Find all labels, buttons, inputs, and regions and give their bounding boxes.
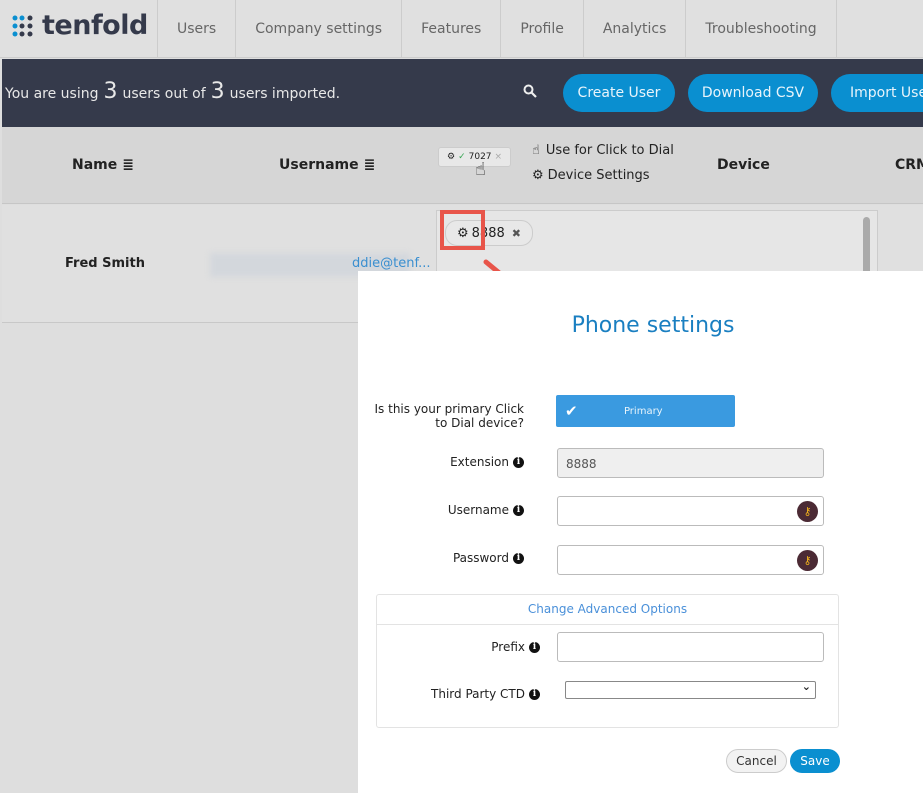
primary-label: Is this your primary Click to Dial devic… <box>374 402 524 430</box>
password-field[interactable]: ⚷ <box>557 545 824 575</box>
username-field[interactable]: ⚷ <box>557 496 824 526</box>
extension-field[interactable]: 8888 <box>557 448 824 478</box>
action-bar: You are using 3 users out of 3 users imp… <box>2 59 923 127</box>
info-icon[interactable]: i <box>529 688 540 700</box>
users-used-count: 3 <box>103 79 118 104</box>
hand-pointer-icon: ☝ <box>532 143 540 158</box>
tenfold-logo-icon <box>12 15 33 36</box>
close-icon: × <box>494 152 503 162</box>
chevron-down-icon: ⌄ <box>801 680 811 693</box>
download-csv-button[interactable]: Download CSV <box>688 74 818 112</box>
tab-troubleshooting[interactable]: Troubleshooting <box>685 0 837 58</box>
primary-toggle-button[interactable]: ✔ Primary <box>556 395 735 427</box>
gear-icon: ⚙ <box>447 152 456 162</box>
user-name: Fred Smith <box>65 256 145 271</box>
check-circle-icon: ✓ <box>458 152 466 162</box>
modal-title: Phone settings <box>571 313 735 338</box>
info-icon[interactable]: i <box>513 552 524 564</box>
phone-settings-modal: Phone settings Is this your primary Clic… <box>358 271 923 793</box>
password-manager-key-icon[interactable]: ⚷ <box>797 550 818 571</box>
name-header-label: Name <box>72 157 118 173</box>
usage-suffix: users imported. <box>229 86 341 102</box>
info-icon[interactable]: i <box>513 456 524 468</box>
username-link[interactable]: ddie@tenf... <box>352 256 430 271</box>
third-party-ctd-select[interactable]: ⌄ <box>565 680 816 699</box>
advanced-options-toggle[interactable]: Change Advanced Options <box>377 595 838 625</box>
usage-summary: You are using 3 users out of 3 users imp… <box>5 79 340 104</box>
top-nav: tenfold Users Company settings Features … <box>0 0 923 58</box>
usage-prefix: You are using <box>5 86 99 102</box>
third-party-ctd-label: Third Party CTD i <box>377 687 540 701</box>
info-icon[interactable]: i <box>529 641 540 653</box>
check-icon: ✔ <box>565 402 578 420</box>
logo[interactable]: tenfold <box>12 10 148 41</box>
name-column-header[interactable]: Name ≣ <box>72 157 134 173</box>
legend-click-to-dial-label: Use for Click to Dial <box>545 143 674 158</box>
password-label: Password i <box>368 551 524 565</box>
advanced-options-panel: Change Advanced Options Prefix i Third Pa… <box>376 594 839 728</box>
search-icon[interactable] <box>523 84 537 98</box>
password-label-text: Password <box>452 551 509 565</box>
extension-label-text: Extension <box>450 455 509 469</box>
prefix-label: Prefix i <box>377 640 540 654</box>
third-party-ctd-label-text: Third Party CTD <box>431 687 525 701</box>
hand-pointer-icon: ☝ <box>475 159 486 180</box>
cancel-button[interactable]: Cancel <box>726 749 787 773</box>
create-user-button[interactable]: Create User <box>563 74 675 112</box>
crm-column-header: CRM <box>895 157 923 173</box>
password-manager-key-icon[interactable]: ⚷ <box>797 501 818 522</box>
tab-features[interactable]: Features <box>401 0 500 58</box>
save-button[interactable]: Save <box>790 749 840 773</box>
scrollbar[interactable] <box>863 217 870 275</box>
extension-label: Extension i <box>368 455 524 469</box>
info-icon[interactable]: i <box>513 504 524 516</box>
users-total-count: 3 <box>210 79 225 104</box>
tab-users[interactable]: Users <box>157 0 235 58</box>
sort-icon[interactable]: ≣ <box>122 157 134 173</box>
prefix-label-text: Prefix <box>491 640 525 654</box>
gear-icon: ⚙ <box>532 168 544 183</box>
highlight-box <box>440 210 485 250</box>
sort-icon[interactable]: ≣ <box>364 157 376 173</box>
username-label: Username i <box>368 503 524 517</box>
legend-device-settings-label: Device Settings <box>547 168 650 183</box>
device-column-header: Device <box>717 157 770 173</box>
tab-company-settings[interactable]: Company settings <box>235 0 401 58</box>
username-label-text: Username <box>447 503 509 517</box>
tab-analytics[interactable]: Analytics <box>582 0 686 58</box>
legend-device-settings: ⚙ Device Settings <box>532 168 650 183</box>
prefix-field[interactable] <box>557 632 824 662</box>
remove-device-icon[interactable]: ✖ <box>512 227 521 240</box>
tab-profile[interactable]: Profile <box>500 0 583 58</box>
username-header-label: Username <box>279 157 359 173</box>
table-header: Name ≣ Username ≣ ⚙ ✓ 7027 × ☝ ☝ Use for Click… <box>2 127 923 204</box>
import-users-button[interactable]: Import Users <box>831 74 923 112</box>
username-column-header[interactable]: Username ≣ <box>279 157 375 173</box>
legend-click-to-dial: ☝ Use for Click to Dial <box>532 143 674 158</box>
primary-button-label: Primary <box>623 405 663 417</box>
usage-middle: users out of <box>122 86 206 102</box>
brand-name: tenfold <box>42 10 148 41</box>
